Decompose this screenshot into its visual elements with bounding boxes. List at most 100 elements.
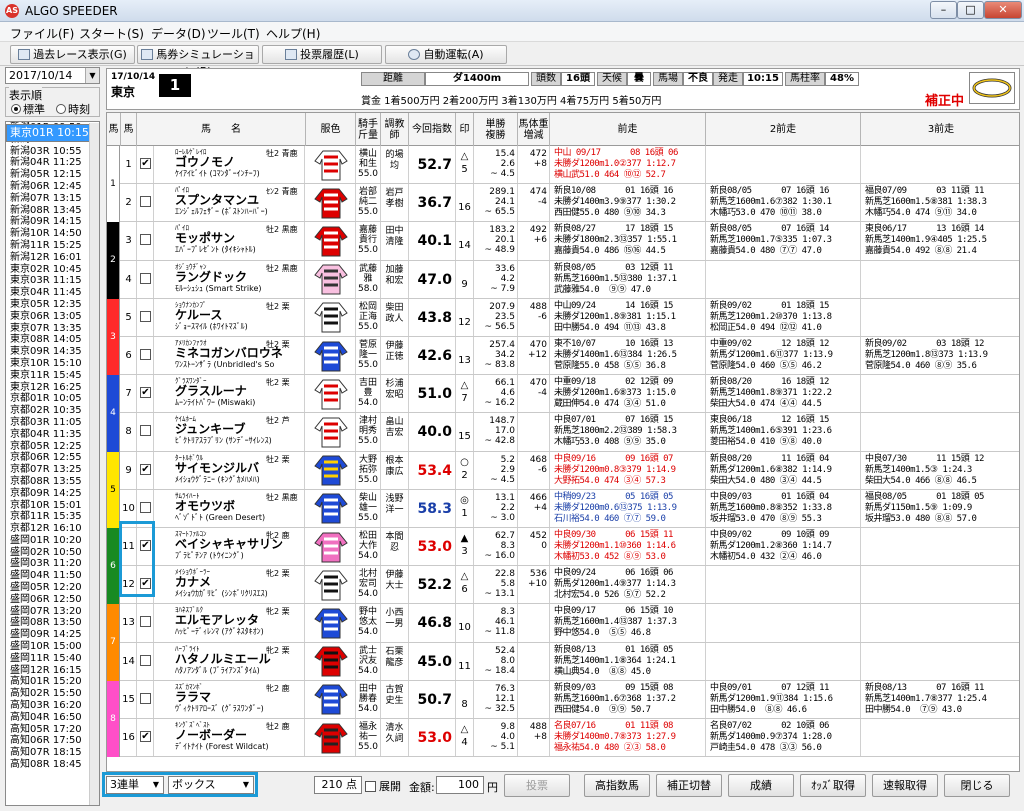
race-list-item[interactable]: 東京07R 13:35 (6, 323, 99, 335)
past-race-button[interactable]: 過去レース表示(G) (10, 45, 135, 64)
3rd-last-race[interactable] (861, 375, 1019, 412)
table-row[interactable]: 3 ﾊﾟｲﾛ モッポサン ｴﾊﾞｰﾌﾟﾚｾﾞﾝﾄ (ﾀｲｷｼｬﾄﾙ) 牡2 黒鹿 嘉藤 貴… (107, 222, 1019, 261)
horse-name-cell[interactable]: ﾒｲｼｮｳﾎﾞｰﾗｰ カナメ ﾒｲｼｮｳｶｶﾞﾘﾋﾞ (ｼﾝﾎﾞﾘｸﾘｽｴｽ) 牝2 … (154, 566, 305, 604)
race-list-item[interactable]: 新潟07R 13:15 (6, 193, 99, 205)
menu-start[interactable]: スタート(S) (79, 25, 144, 42)
last-race[interactable]: 新良08/13 01 16頭 05 新馬芝1400m1.1⑧364 1:24.1… (550, 642, 706, 680)
race-list-item[interactable]: 盛岡02R 10:50 (6, 547, 99, 559)
race-list-item[interactable]: 盛岡11R 15:40 (6, 653, 99, 665)
last-race[interactable]: 新良09/03 09 15頭 08 新馬芝1600m1.6⑦368 1:37.2… (550, 680, 706, 718)
2nd-last-race[interactable]: 新良08/20 11 16頭 04 新馬ダ1200m1.6⑧382 1:14.9… (706, 451, 861, 489)
2nd-last-race[interactable]: 名良07/02 02 10頭 06 新馬ダ1400m0.9⑦374 1:28.0… (706, 719, 861, 757)
horse-name-cell[interactable]: ｽｽﾞｶﾏﾝﾎﾞ ララマ ｳﾞｨｸﾄﾘｱﾛｰｽﾞ (ｸﾞﾗｽﾜﾝﾀﾞｰ) 牝2 鹿 (154, 680, 305, 718)
table-row[interactable]: 16 ✔ ｷﾝｸﾞｽﾞﾍﾞｽﾄ ノーボーダー ﾃﾞｲﾄﾅｲﾄ (Forest Wildc… (107, 719, 1019, 758)
race-list-item[interactable]: 東京12R 16:25 (6, 382, 99, 394)
race-list-item[interactable]: 新潟10R 14:50 (6, 228, 99, 240)
race-list-item[interactable]: 東京10R 15:10 (6, 358, 99, 370)
horse-name-cell[interactable]: ｸﾞﾗｽﾜﾝﾀﾞｰ グラスルーナ ﾑｰﾝﾗｲﾄﾊﾟﾜｰ (Miswaki) 牝2 栗 (154, 375, 305, 413)
chevron-down-icon[interactable]: ▼ (85, 68, 99, 83)
race-list-item[interactable]: 京都04R 11:35 (6, 429, 99, 441)
2nd-last-race[interactable] (706, 260, 861, 298)
race-list-item[interactable]: 高知01R 15:20 (6, 676, 99, 688)
2nd-last-race[interactable]: 新良08/05 07 16頭 14 新馬芝1000m1.7⑤335 1:07.3… (706, 222, 861, 260)
race-list-item[interactable]: 新潟09R 14:15 (6, 216, 99, 228)
race-list-item[interactable]: 新潟05R 12:15 (6, 169, 99, 181)
last-race[interactable]: 東不10/07 10 16頭 13 未勝ダ1400m1.6⑬384 1:26.5… (550, 337, 706, 375)
results-button[interactable]: 成績 (728, 774, 794, 797)
table-row[interactable]: 1 ✔ ﾛｰﾚﾙｹﾞﾚｲﾛ ゴウノモノ ｹｲｱｲﾋﾞｲﾄ (ｺﾏﾝﾀﾞｰｲﾝﾁｰﾌ) 牡2… (107, 146, 1019, 185)
expand-checkbox[interactable]: 展開 (365, 778, 401, 794)
race-list-item[interactable]: 盛岡06R 12:50 (6, 594, 99, 606)
2nd-last-race[interactable]: 東良06/18 12 16頭 15 新馬芝1400m1.6⑤391 1:23.6… (706, 413, 861, 451)
race-list-item[interactable]: 盛岡01R 10:20 (6, 535, 99, 547)
last-race[interactable]: 中良09/16 09 16頭 07 未勝ダ1200m0.8③379 1:14.9… (550, 451, 706, 489)
race-list-scrollbar[interactable] (89, 123, 99, 805)
race-list-item[interactable]: 盛岡08R 13:50 (6, 617, 99, 629)
race-list-item[interactable]: 高知04R 16:50 (6, 712, 99, 724)
race-list-item[interactable]: 東京09R 14:35 (6, 346, 99, 358)
last-race[interactable]: 新良08/05 03 12頭 11 新馬芝1600m1.5⑬380 1:37.1… (550, 260, 706, 298)
menu-tools[interactable]: ツール(T) (207, 25, 260, 42)
last-race[interactable]: 中重09/18 02 12頭 09 未勝ダ1200m1.6⑧373 1:15.0… (550, 375, 706, 413)
select-checkbox[interactable] (137, 642, 154, 680)
table-row[interactable]: 10 ｻﾑﾗｲﾊｰﾄ オモウツボ ﾍﾞｿﾞﾄﾞﾄ (Green Desert) 牡2 黒… (107, 489, 1019, 528)
3rd-last-race[interactable] (861, 299, 1019, 336)
menu-data[interactable]: データ(D) (151, 25, 206, 42)
race-list-item[interactable]: 東京03R 11:15 (6, 275, 99, 287)
table-row[interactable]: 5 ｼｮｳﾅﾝｶﾝﾌﾟ ケルース ｼﾞｮｰｽﾏｲﾙ (ﾎﾜｲﾄﾏｽﾞﾙ) 牡2 栗松岡 … (107, 298, 1019, 337)
3rd-last-race[interactable] (861, 146, 1019, 183)
3rd-last-race[interactable] (861, 528, 1019, 565)
radio-standard[interactable]: 標準 (11, 101, 45, 117)
3rd-last-race[interactable]: 中良07/30 11 15頭 12 新馬芝1400m1.5③ 1:24.3 柴田… (861, 452, 1019, 489)
select-checkbox[interactable] (137, 680, 154, 718)
race-list-item[interactable]: 京都06R 12:55 (6, 452, 99, 464)
3rd-last-race[interactable]: 新良08/13 07 16頭 11 新馬芝1400m1.7⑧377 1:25.4… (861, 681, 1019, 718)
table-row[interactable]: 8 ｹｲﾑﾎｰﾑ ジュンキーブ ﾋﾞｸﾄﾘｱｽﾗﾌﾞﾘﾝ (ｻﾝﾃﾞｰｻｲﾚﾝｽ) 牡2… (107, 413, 1019, 452)
last-race[interactable]: 中稍09/23 05 16頭 05 未勝ダ1200m0.6⑬375 1:13.9… (550, 489, 706, 527)
high-index-button[interactable]: 高指数馬 (584, 774, 650, 797)
3rd-last-race[interactable] (861, 719, 1019, 756)
race-list-item[interactable]: 京都05R 12:25 (6, 441, 99, 453)
race-list-item[interactable]: 東京01R 10:15 (6, 124, 90, 142)
race-list-item[interactable]: 盛岡12R 16:15 (6, 665, 99, 677)
race-list-item[interactable]: 新潟08R 13:45 (6, 205, 99, 217)
2nd-last-race[interactable]: 新良09/02 01 18頭 15 新馬芝1200m1.2⑩370 1:13.8… (706, 298, 861, 336)
3rd-last-race[interactable] (861, 261, 1019, 298)
select-checkbox[interactable] (137, 298, 154, 336)
3rd-last-race[interactable] (861, 566, 1019, 603)
race-list-item[interactable]: 東京02R 10:45 (6, 264, 99, 276)
minimize-button[interactable]: – (930, 1, 957, 19)
race-list-item[interactable]: 東京11R 15:45 (6, 370, 99, 382)
correction-toggle-button[interactable]: 補正切替 (656, 774, 722, 797)
3rd-last-race[interactable] (861, 643, 1019, 680)
race-list-item[interactable]: 高知06R 17:50 (6, 735, 99, 747)
table-row[interactable]: 4 ｵｼﾞｮｳﾁﾞｬﾝ ラングドック ﾓﾙｰｼｭｼｭ (Smart Strike) 牡2… (107, 260, 1019, 299)
3rd-last-race[interactable]: 福良07/09 03 11頭 11 新馬芝1600m1.5⑧381 1:38.3… (861, 184, 1019, 221)
race-list-item[interactable]: 新潟06R 12:45 (6, 181, 99, 193)
table-row[interactable]: 9 ✔ ﾀｰﾄﾙﾎﾞｳﾙ サイモンジルバ ﾒｲｼｮｳｸﾞﾗﾆｰ (ｷﾝｸﾞｶﾒﾊﾒﾊ) 牡… (107, 451, 1019, 490)
last-race[interactable]: 中山 09/17 08 16頭 06 未勝ダ1200m1.0②377 1:12.… (550, 146, 706, 184)
2nd-last-race[interactable]: 中重09/02 12 18頭 12 新馬ダ1200m1.6⑪377 1:13.9… (706, 337, 861, 375)
3rd-last-race[interactable]: 新良09/02 03 18頭 12 新馬芝1200m1.8⑬373 1:13.9… (861, 337, 1019, 374)
select-checkbox[interactable] (137, 184, 154, 222)
2nd-last-race[interactable] (706, 642, 861, 680)
table-row[interactable]: 2 ﾊﾟｲﾛ スプンタマンユ ｴﾝｼﾞｪﾙﾌｪｻﾞｰ (ﾎﾞｽﾄﾝﾊｰﾊﾞｰ) ｾﾝ2 … (107, 184, 1019, 223)
radio-time[interactable]: 時刻 (56, 101, 90, 117)
last-race[interactable]: 中良09/24 06 16頭 06 新馬ダ1200m1.4⑨377 1:14.3… (550, 566, 706, 604)
race-list-item[interactable]: 京都01R 10:05 (6, 393, 99, 405)
table-row[interactable]: 11 ✔ ｽﾏｰﾄﾌｧﾙｺﾝ ベイシャキャサリン ﾌﾞﾗﾋﾟﾁﾝｱ (ﾄｳｲﾆﾝｸﾞ) 牝… (107, 528, 1019, 567)
horse-name-cell[interactable]: ｷﾝｸﾞｽﾞﾍﾞｽﾄ ノーボーダー ﾃﾞｲﾄﾅｲﾄ (Forest Wildcat)… (154, 719, 305, 757)
race-list-item[interactable]: 京都08R 13:55 (6, 476, 99, 488)
vote-button[interactable]: 投票 (504, 774, 570, 797)
select-checkbox[interactable]: ✔ (137, 719, 154, 757)
race-list-item[interactable]: 新潟11R 15:25 (6, 240, 99, 252)
horse-name-cell[interactable]: ｻﾑﾗｲﾊｰﾄ オモウツボ ﾍﾞｿﾞﾄﾞﾄ (Green Desert) 牡2 黒鹿 (154, 489, 305, 527)
horse-name-cell[interactable]: ｼｮｳﾅﾝｶﾝﾌﾟ ケルース ｼﾞｮｰｽﾏｲﾙ (ﾎﾜｲﾄﾏｽﾞﾙ) 牡2 栗 (154, 298, 305, 336)
race-list-item[interactable]: 新潟04R 11:25 (6, 157, 99, 169)
3rd-last-race[interactable]: 東良06/17 13 16頭 14 新馬芝1400m1.9④405 1:25.5… (861, 222, 1019, 259)
select-checkbox[interactable]: ✔ (137, 451, 154, 489)
table-row[interactable]: 15 ｽｽﾞｶﾏﾝﾎﾞ ララマ ｳﾞｨｸﾄﾘｱﾛｰｽﾞ (ｸﾞﾗｽﾜﾝﾀﾞｰ) 牝2 鹿… (107, 680, 1019, 719)
last-race[interactable]: 新良10/08 01 16頭 16 未勝ダ1400m3.9⑨377 1:30.2… (550, 184, 706, 222)
close-button[interactable]: ✕ (984, 1, 1022, 19)
horse-name-cell[interactable]: ｱﾒﾘｶﾝﾌｧﾗｵ ミネコガンバロウネ ﾜﾝｽﾄｰﾝｻﾞﾗ (Unbridled's… (154, 337, 305, 375)
